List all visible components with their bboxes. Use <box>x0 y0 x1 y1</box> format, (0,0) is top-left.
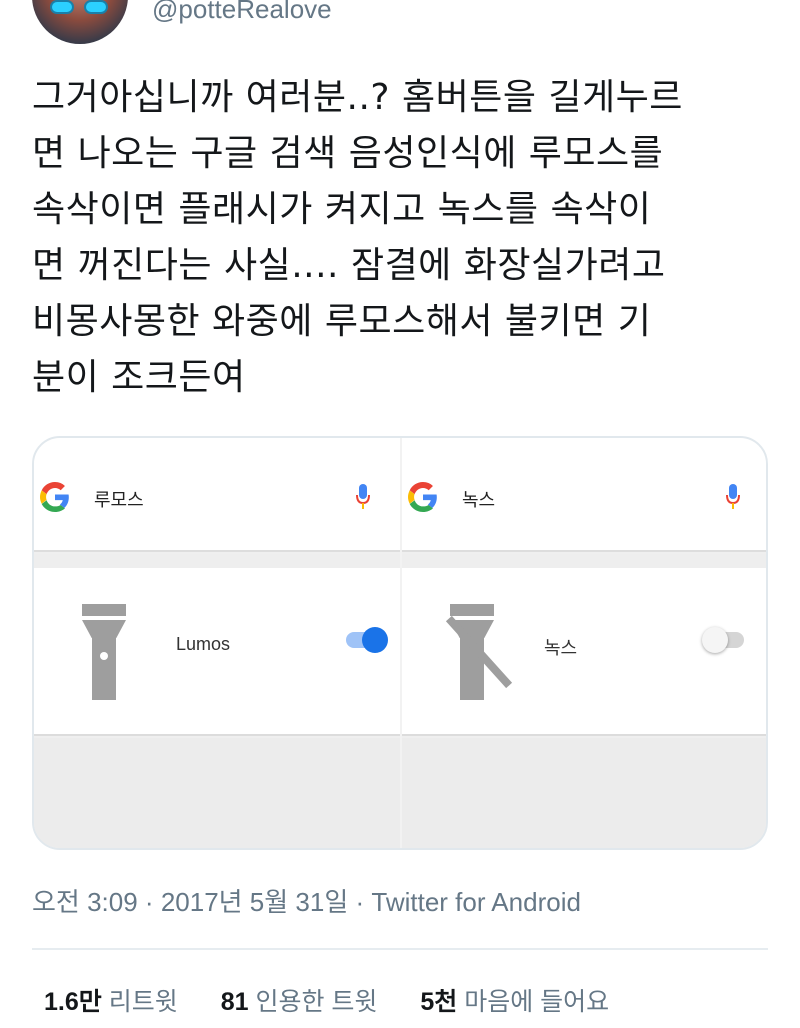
tweet-time: 오전 3:09 <box>32 887 138 917</box>
retweets-stat[interactable]: 1.6만 리트윗 <box>44 988 185 1016</box>
flashlight-off-icon <box>445 604 513 700</box>
flashlight-icon <box>82 604 126 700</box>
flashlight-label: 녹스 <box>544 638 578 658</box>
flashlight-toggle[interactable] <box>346 627 388 653</box>
author-handle[interactable]: @potteRealove <box>152 0 332 25</box>
media-panel-left: 루모스 Lumos <box>34 438 400 848</box>
meta-separator: · <box>144 887 154 917</box>
retweets-label: 리트윗 <box>108 988 178 1016</box>
search-query: 녹스 <box>462 490 496 511</box>
tweet-stats: 1.6만 리트윗 81 인용한 트윗 5천 마음에 들어요 <box>44 982 645 1018</box>
microphone-icon <box>726 484 740 509</box>
flashlight-toggle[interactable] <box>702 627 744 653</box>
tweet-media[interactable]: 루모스 Lumos 녹스 녹스 <box>32 436 768 850</box>
retweets-count: 1.6만 <box>44 988 102 1016</box>
google-logo-icon <box>40 482 69 512</box>
flashlight-label: Lumos <box>176 634 231 654</box>
google-search-bar: 루모스 <box>34 438 400 552</box>
tweet-metadata: 오전 3:09 · 2017년 5월 31일 · Twitter for And… <box>32 882 581 919</box>
tweet-client[interactable]: Twitter for Android <box>371 887 581 917</box>
search-query: 루모스 <box>94 490 144 511</box>
tweet-text: 그거아십니까 여러분..? 홈버튼을 길게누르 면 나오는 구글 검색 음성인식… <box>32 77 683 398</box>
avatar-glasses <box>50 0 110 14</box>
likes-label: 마음에 들어요 <box>464 988 610 1016</box>
quotes-count: 81 <box>220 988 249 1016</box>
avatar[interactable] <box>32 0 128 44</box>
likes-stat[interactable]: 5천 마음에 들어요 <box>420 988 609 1016</box>
likes-count: 5천 <box>420 988 458 1016</box>
divider <box>32 948 768 950</box>
flashlight-card: 녹스 <box>402 568 766 736</box>
flashlight-card: Lumos <box>34 568 400 736</box>
google-logo-icon <box>408 482 437 512</box>
microphone-icon <box>356 484 370 509</box>
quotes-stat[interactable]: 81 인용한 트윗 <box>221 988 385 1016</box>
tweet-date: 2017년 5월 31일 <box>160 887 349 917</box>
meta-separator: · <box>355 887 365 917</box>
quotes-label: 인용한 트윗 <box>255 988 378 1016</box>
media-panel-right: 녹스 녹스 <box>402 438 766 848</box>
google-search-bar: 녹스 <box>402 438 766 552</box>
